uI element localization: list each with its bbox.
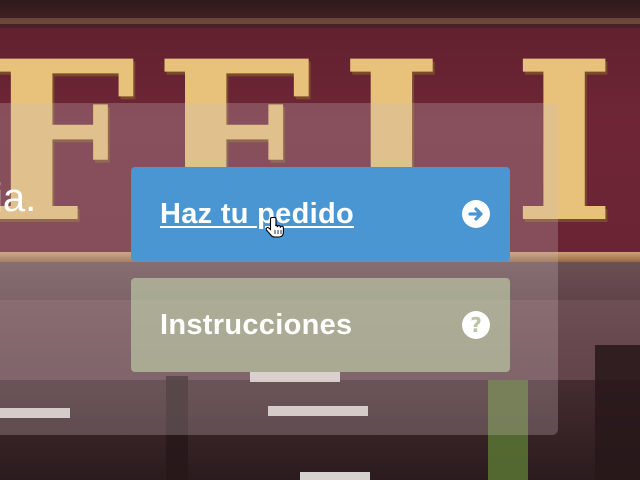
- instructions-button[interactable]: Instrucciones ?: [131, 278, 510, 372]
- storefront-pillar: [595, 345, 640, 480]
- order-button-label: Haz tu pedido: [160, 197, 354, 230]
- arrow-right-circle-icon: [462, 200, 490, 228]
- ceiling-light: [300, 472, 370, 480]
- hand-pointer-icon: [266, 216, 284, 238]
- instructions-button-label: Instrucciones: [160, 308, 353, 341]
- question-circle-icon: ?: [462, 311, 490, 339]
- order-button[interactable]: Haz tu pedido: [131, 167, 510, 261]
- menu-overlay-panel: [0, 103, 558, 435]
- cropped-text: ia.: [0, 176, 37, 220]
